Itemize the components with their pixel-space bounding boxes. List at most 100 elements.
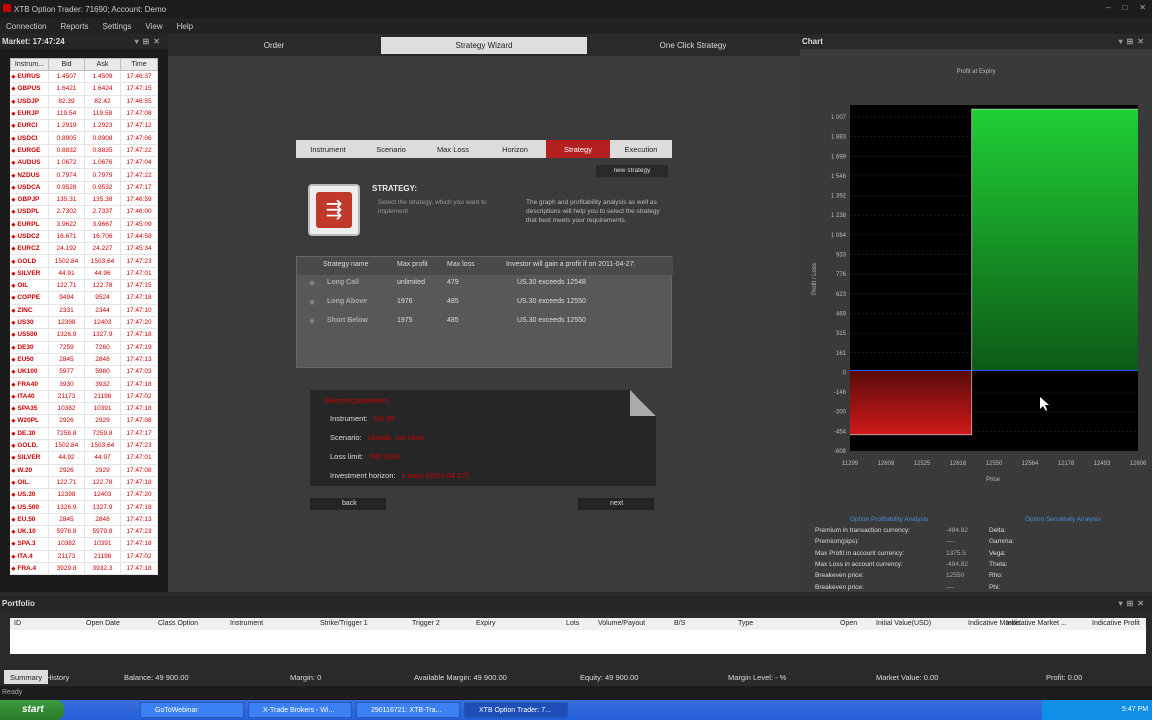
new-strategy-button[interactable]: new strategy [596,165,668,177]
market-row[interactable]: USDPL2.73022.733717:46:00 [10,205,158,219]
panel-controls-icon[interactable]: ▾⊞✕ [1119,37,1148,46]
market-row[interactable]: FRA.43929.83932.317:47:18 [10,562,158,576]
back-button[interactable]: back [310,498,386,510]
menu-settings[interactable]: Settings [103,22,132,31]
portfolio-col[interactable]: Lots [566,620,579,627]
radio-icon[interactable]: ◉ [309,298,315,306]
step-strategy[interactable]: Strategy [546,140,610,158]
portfolio-col[interactable]: Indicative Market ... [1006,620,1067,627]
radio-icon[interactable]: ◉ [309,317,315,325]
tab-history[interactable]: History [40,670,75,684]
menu-view[interactable]: View [145,22,162,31]
market-row[interactable]: EURGE0.88320.883517:47:22 [10,144,158,158]
col-bid[interactable]: Bid [48,58,85,71]
step-max-loss[interactable]: Max Loss [422,140,484,158]
minimize-icon[interactable]: – [1106,3,1110,12]
market-row[interactable]: ZINC2331234417:47:10 [10,304,158,317]
bid-cell: 5976.8 [48,525,85,539]
portfolio-col[interactable]: Volume/Payout [598,620,645,627]
market-row[interactable]: EURJP119.54119.5817:47:08 [10,107,158,121]
maximize-icon[interactable]: □ [1122,3,1127,12]
market-row[interactable]: OIL122.71122.7817:47:15 [10,279,158,293]
market-row[interactable]: US.30123981240317:47:20 [10,488,158,502]
market-row[interactable]: USDCI0.89050.890817:47:06 [10,131,158,145]
market-row[interactable]: EURCZ24.19224.22717:45:34 [10,242,158,256]
start-button[interactable]: start [0,700,64,720]
market-row[interactable]: EURUS1.45071.450917:46:37 [10,70,158,84]
portfolio-col[interactable]: ID [14,620,21,627]
market-row[interactable]: USDJP82.3982.4217:46:55 [10,95,158,108]
portfolio-col[interactable]: Open Date [86,620,120,627]
market-row[interactable]: ITA.4211732119817:47:02 [10,550,158,563]
market-row[interactable]: USDCA0.95280.953217:47:17 [10,181,158,194]
instrument-cell: GBPJP [10,193,49,207]
panel-controls-icon[interactable]: ▾⊞✕ [135,37,164,46]
market-row[interactable]: ITA40211732119817:47:02 [10,390,158,404]
market-row[interactable]: EU502845284817:47:13 [10,353,158,367]
step-execution[interactable]: Execution [610,140,672,158]
portfolio-col[interactable]: Type [738,620,753,627]
menu-connection[interactable]: Connection [6,22,46,31]
ask-cell: 21198 [84,550,121,563]
tab-strategy-wizard[interactable]: Strategy Wizard [381,37,587,54]
tab-one-click-strategy[interactable]: One Click Strategy [588,37,798,54]
market-row[interactable]: EURCI1.29191.292317:47:12 [10,119,158,133]
portfolio-col[interactable]: Initial Value(USD) [876,620,931,627]
market-row[interactable]: W20PL2926292917:47:08 [10,414,158,428]
menu-reports[interactable]: Reports [60,22,88,31]
portfolio-col[interactable]: Instrument [230,620,263,627]
market-row[interactable]: SILVER44.9144.9617:47:01 [10,267,158,281]
market-row[interactable]: FRA403930393217:47:18 [10,377,158,391]
market-row[interactable]: DE.307258.87259.817:47:17 [10,427,158,440]
market-row[interactable]: W.202926292917:47:08 [10,464,158,477]
portfolio-col[interactable]: Trigger 2 [412,620,440,627]
market-row[interactable]: USDC216.67116.70617:44:58 [10,230,158,244]
taskbar-item-gotowebinar[interactable]: GoToWebinar [140,702,244,718]
portfolio-col[interactable]: B/S [674,620,685,627]
portfolio-col[interactable]: Strike/Trigger 1 [320,620,368,627]
strategy-row[interactable]: ◉ Short Below 1975 485 US.30 exceeds 12550 [297,313,673,331]
step-scenario[interactable]: Scenario [360,140,422,158]
portfolio-col[interactable]: Expiry [476,620,495,627]
taskbar-item-xtb-trader[interactable]: 290116721: XTB-Tra... [356,702,460,718]
market-row[interactable]: AUDUS1.06721.067617:47:04 [10,156,158,170]
market-row[interactable]: UK.105976.85979.817:47:23 [10,525,158,539]
market-row[interactable]: OIL.122.71122.7817:47:18 [10,476,158,490]
portfolio-col[interactable]: Class Option [158,620,198,627]
market-row[interactable]: GBPJP135.31135.3817:46:59 [10,193,158,207]
market-row[interactable]: EU.502845284817:47:13 [10,513,158,526]
market-row[interactable]: COPPE9494952417:47:18 [10,291,158,305]
portfolio-col[interactable]: Open [840,620,857,627]
market-row[interactable]: DE307259726017:47:19 [10,341,158,354]
strategy-row[interactable]: ◉ Long Above 1976 485 US.30 exceeds 12550 [297,294,673,312]
analysis-value: 12550 [946,572,965,580]
step-horizon[interactable]: Horizon [484,140,546,158]
market-row[interactable]: GBPUS1.64211.642417:47:15 [10,82,158,96]
tab-order[interactable]: Order [168,37,380,54]
market-row[interactable]: EURPL3.96223.966717:45:09 [10,218,158,231]
market-row[interactable]: US5001326.91327.917:47:18 [10,328,158,342]
radio-icon[interactable]: ◉ [309,279,315,287]
ask-cell: 44.96 [84,267,121,281]
market-row[interactable]: GOLD.1502.841503.6417:47:23 [10,439,158,453]
taskbar-item-xtrade-browser[interactable]: X-Trade Brokers - Wi... [248,702,352,718]
market-row[interactable]: SPA35103821039117:47:18 [10,402,158,416]
menu-help[interactable]: Help [177,22,193,31]
market-row[interactable]: SILVER44.9244.9717:47:01 [10,451,158,465]
market-row[interactable]: NZDUS0.79740.797917:47:22 [10,168,158,182]
market-row[interactable]: US.5001326.91327.917:47:18 [10,500,158,514]
col-time[interactable]: Time [120,58,158,71]
portfolio-col[interactable]: Indicative Profit [1092,620,1140,627]
step-instrument[interactable]: Instrument [296,140,360,158]
market-row[interactable]: GOLD1502.841503.6417:47:23 [10,254,158,268]
market-row[interactable]: SPA.3103821039117:47:18 [10,537,158,551]
panel-controls-icon[interactable]: ▾⊞✕ [1119,599,1148,608]
taskbar-item-option-trader[interactable]: XTB Option Trader: 7... [464,702,568,718]
col-ask[interactable]: Ask [84,58,121,71]
market-row[interactable]: UK1005977598017:47:03 [10,365,158,379]
col-instrument[interactable]: Instrum... [10,58,49,71]
strategy-row[interactable]: ◉ Long Call unlimited 479 US.30 exceeds 1254… [297,275,673,293]
market-row[interactable]: US30123981240317:47:20 [10,316,158,330]
close-icon[interactable]: ✕ [1139,3,1146,12]
next-button[interactable]: next [578,498,654,510]
